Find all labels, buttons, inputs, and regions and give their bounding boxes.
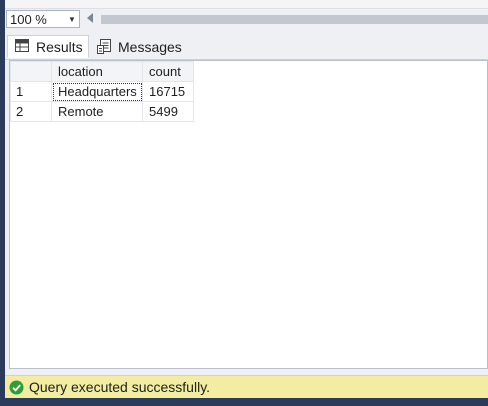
table-row: 2 Remote 5499	[10, 101, 194, 122]
scroll-left-arrow-icon[interactable]	[87, 13, 93, 23]
tab-messages-label: Messages	[118, 38, 182, 55]
tab-results-label: Results	[36, 38, 83, 55]
results-grid-area[interactable]: location count 1 Headquarters 16715 2 Re…	[9, 60, 488, 369]
status-text: Query executed successfully.	[29, 379, 211, 395]
tab-results[interactable]: Results	[7, 35, 89, 58]
check-circle-icon	[9, 380, 24, 395]
column-header-count[interactable]: count	[142, 61, 194, 82]
zoom-value: 100 %	[10, 11, 47, 27]
cell-location[interactable]: Headquarters	[51, 81, 143, 102]
table-row: 1 Headquarters 16715	[10, 81, 194, 102]
row-number[interactable]: 1	[10, 81, 52, 102]
status-bar: Query executed successfully.	[5, 375, 488, 398]
result-tabs: Results Messages	[5, 33, 488, 60]
results-pane: 100 % ▼ Results Messages location count …	[5, 0, 488, 398]
horizontal-scrollbar[interactable]	[101, 15, 488, 24]
cell-count[interactable]: 16715	[142, 81, 194, 102]
grid-icon	[15, 38, 31, 55]
tab-messages[interactable]: Messages	[90, 35, 182, 58]
chevron-down-icon[interactable]: ▼	[65, 15, 79, 24]
cell-count[interactable]: 5499	[142, 101, 194, 122]
column-header-location[interactable]: location	[51, 61, 143, 82]
messages-icon	[97, 38, 113, 55]
top-strip	[5, 0, 488, 9]
row-number[interactable]: 2	[10, 101, 52, 122]
header-row: location count	[10, 61, 194, 82]
row-number-header[interactable]	[10, 61, 52, 82]
zoom-select[interactable]: 100 % ▼	[6, 10, 80, 28]
cell-location[interactable]: Remote	[51, 101, 143, 122]
results-grid: location count 1 Headquarters 16715 2 Re…	[10, 61, 194, 122]
